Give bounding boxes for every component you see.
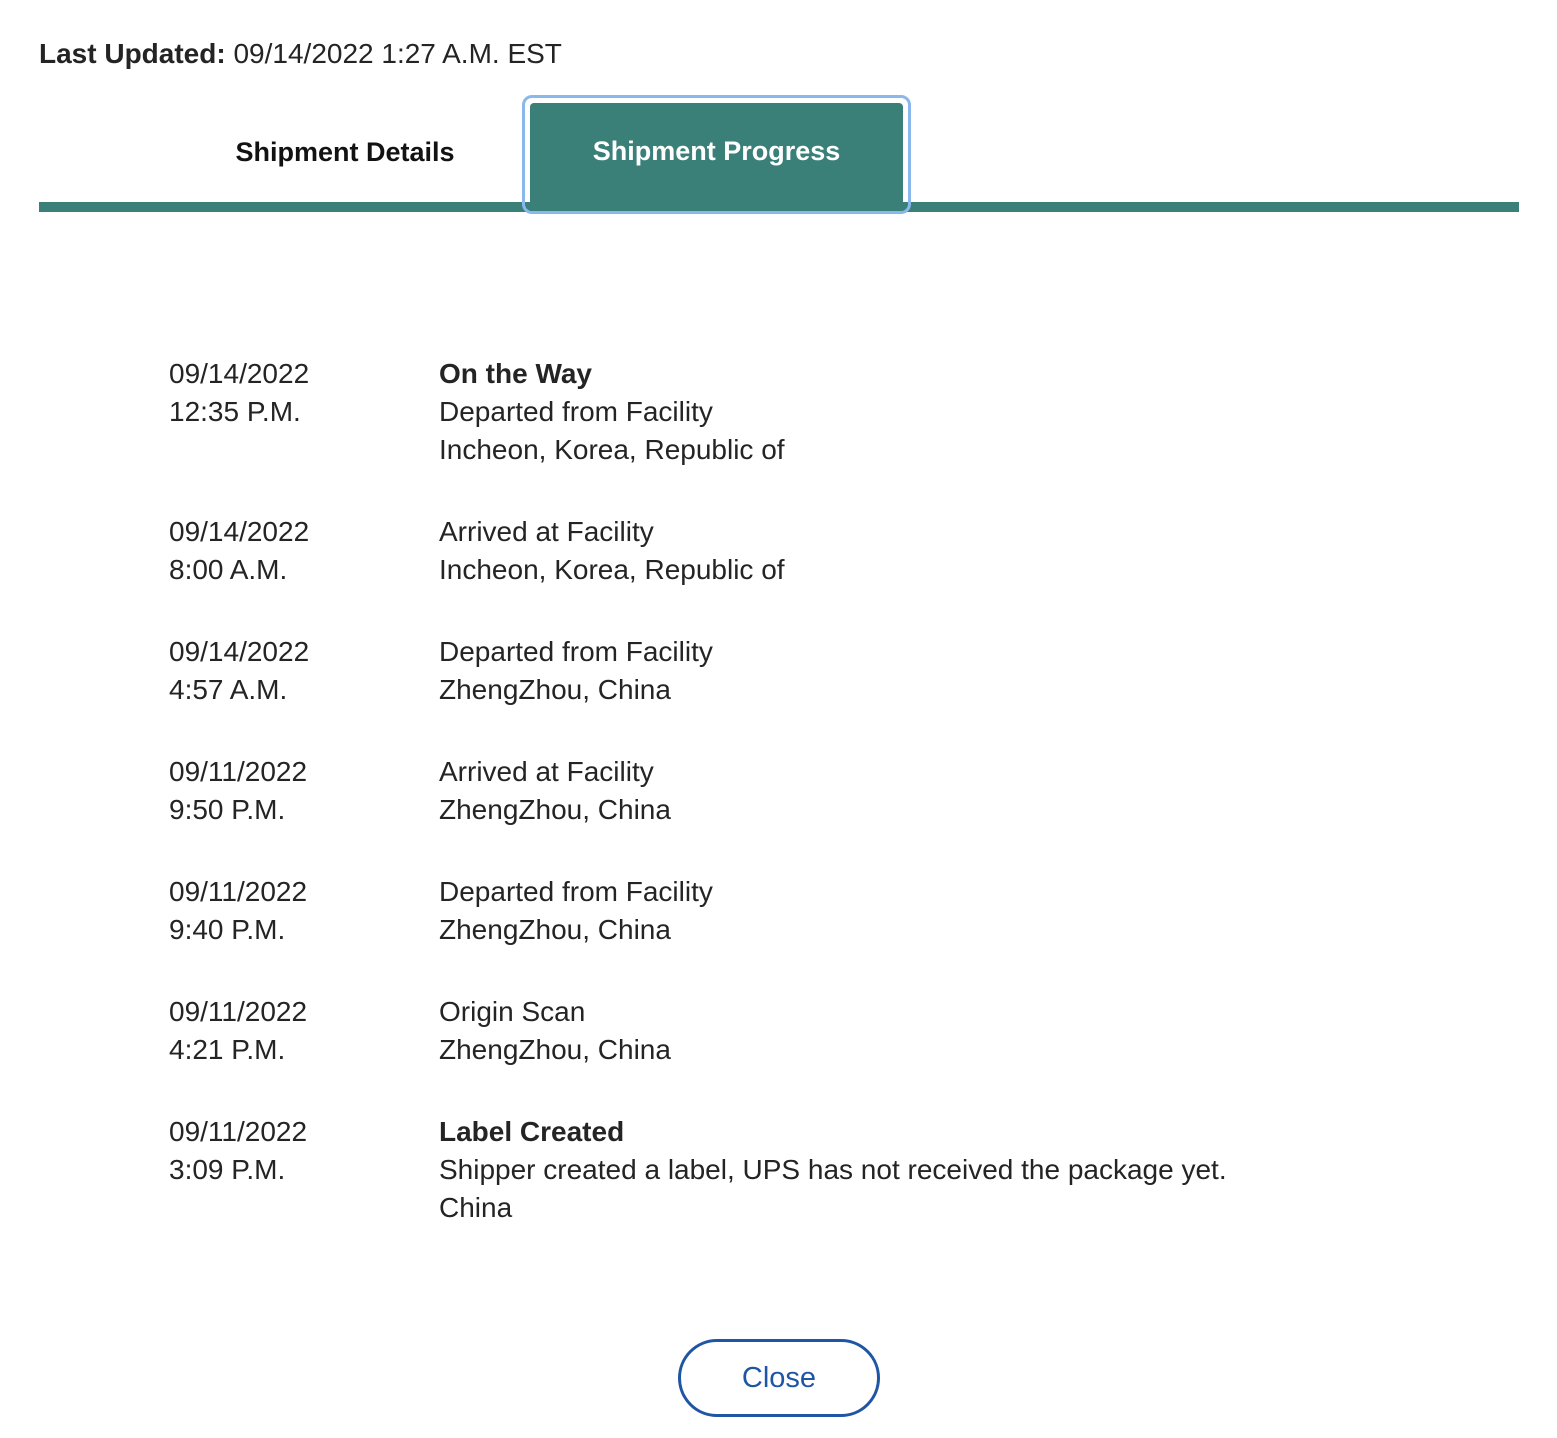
progress-row: 09/11/2022 9:50 P.M. Arrived at Facility… — [169, 753, 1369, 829]
progress-row: 09/11/2022 9:40 P.M. Departed from Facil… — [169, 873, 1369, 949]
last-updated-value: 09/14/2022 1:27 A.M. EST — [233, 38, 562, 69]
progress-date: 09/11/2022 — [169, 996, 308, 1027]
progress-location: ZhengZhou, China — [439, 674, 671, 705]
progress-when: 09/14/2022 4:57 A.M. — [169, 633, 439, 709]
progress-activity: Shipper created a label, UPS has not rec… — [439, 1154, 1227, 1185]
progress-when: 09/14/2022 8:00 A.M. — [169, 513, 439, 589]
progress-location: ZhengZhou, China — [439, 794, 671, 825]
progress-activity: Departed from Facility — [439, 396, 713, 427]
progress-activity: Arrived at Facility — [439, 516, 654, 547]
last-updated: Last Updated: 09/14/2022 1:27 A.M. EST — [39, 36, 562, 72]
progress-row: 09/14/2022 12:35 P.M. On the Way Departe… — [169, 355, 1369, 469]
progress-time: 8:00 A.M. — [169, 554, 288, 585]
progress-when: 09/11/2022 9:50 P.M. — [169, 753, 439, 829]
progress-location: ZhengZhou, China — [439, 1034, 671, 1065]
progress-details: Origin Scan ZhengZhou, China — [439, 993, 1369, 1069]
shipment-progress-list: 09/14/2022 12:35 P.M. On the Way Departe… — [169, 355, 1369, 1271]
progress-when: 09/11/2022 4:21 P.M. — [169, 993, 439, 1069]
progress-date: 09/11/2022 — [169, 1116, 308, 1147]
progress-time: 12:35 P.M. — [169, 396, 301, 427]
progress-location: Incheon, Korea, Republic of — [439, 434, 785, 465]
progress-row: 09/11/2022 3:09 P.M. Label Created Shipp… — [169, 1113, 1369, 1227]
last-updated-label: Last Updated: — [39, 38, 226, 69]
progress-activity: Departed from Facility — [439, 636, 713, 667]
progress-details: On the Way Departed from Facility Incheo… — [439, 355, 1369, 469]
tab-focus-ring: Shipment Progress — [522, 95, 911, 214]
progress-details: Departed from Facility ZhengZhou, China — [439, 633, 1369, 709]
progress-date: 09/14/2022 — [169, 516, 310, 547]
progress-when: 09/11/2022 3:09 P.M. — [169, 1113, 439, 1227]
progress-status: Label Created — [439, 1116, 625, 1147]
progress-date: 09/11/2022 — [169, 756, 308, 787]
close-button[interactable]: Close — [678, 1339, 880, 1417]
progress-location: China — [439, 1192, 513, 1223]
progress-location: Incheon, Korea, Republic of — [439, 554, 785, 585]
progress-date: 09/14/2022 — [169, 636, 310, 667]
progress-location: ZhengZhou, China — [439, 914, 671, 945]
progress-activity: Departed from Facility — [439, 876, 713, 907]
tab-shipment-details[interactable]: Shipment Details — [200, 110, 490, 194]
progress-row: 09/14/2022 4:57 A.M. Departed from Facil… — [169, 633, 1369, 709]
progress-status: On the Way — [439, 358, 592, 389]
tab-shipment-progress[interactable]: Shipment Progress — [530, 103, 903, 211]
progress-time: 3:09 P.M. — [169, 1154, 286, 1185]
progress-details: Arrived at Facility ZhengZhou, China — [439, 753, 1369, 829]
progress-row: 09/14/2022 8:00 A.M. Arrived at Facility… — [169, 513, 1369, 589]
progress-details: Departed from Facility ZhengZhou, China — [439, 873, 1369, 949]
progress-when: 09/11/2022 9:40 P.M. — [169, 873, 439, 949]
progress-time: 9:40 P.M. — [169, 914, 286, 945]
progress-time: 4:21 P.M. — [169, 1034, 286, 1065]
progress-details: Label Created Shipper created a label, U… — [439, 1113, 1369, 1227]
progress-date: 09/11/2022 — [169, 876, 308, 907]
progress-date: 09/14/2022 — [169, 358, 310, 389]
progress-time: 9:50 P.M. — [169, 794, 286, 825]
progress-details: Arrived at Facility Incheon, Korea, Repu… — [439, 513, 1369, 589]
progress-time: 4:57 A.M. — [169, 674, 288, 705]
progress-when: 09/14/2022 12:35 P.M. — [169, 355, 439, 469]
progress-activity: Arrived at Facility — [439, 756, 654, 787]
progress-activity: Origin Scan — [439, 996, 586, 1027]
progress-row: 09/11/2022 4:21 P.M. Origin Scan ZhengZh… — [169, 993, 1369, 1069]
